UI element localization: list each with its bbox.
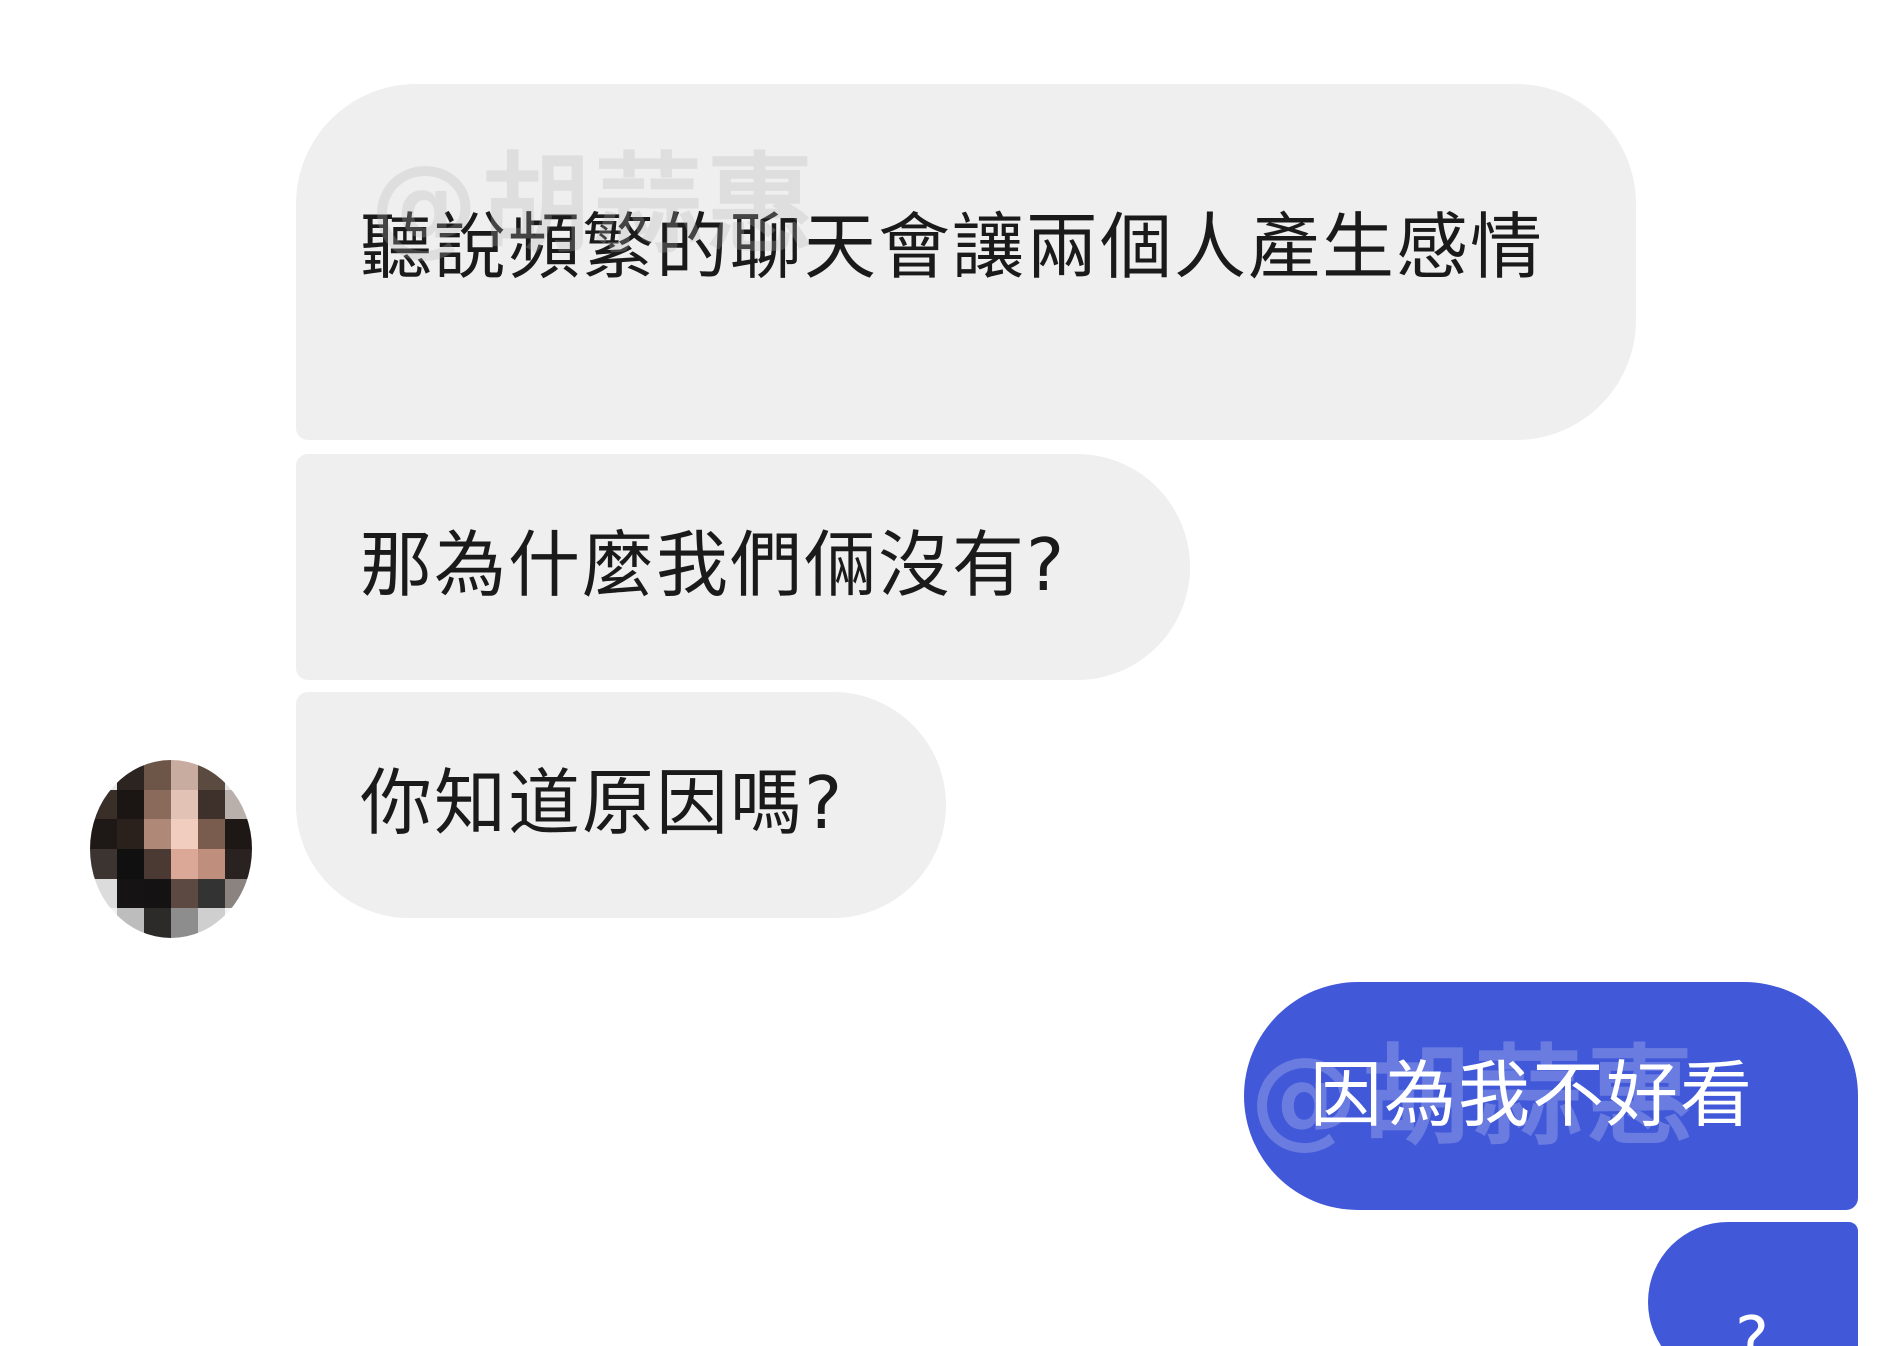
message-text: 因為我不好看 <box>1310 1053 1755 1137</box>
message-text: 你知道原因嗎? <box>360 761 845 845</box>
message-text: 那為什麼我們倆沒有? <box>360 523 1067 607</box>
incoming-message[interactable]: 那為什麼我們倆沒有? <box>296 454 1190 680</box>
outgoing-message[interactable]: ? <box>1648 1222 1858 1346</box>
incoming-message[interactable]: 你知道原因嗎? <box>296 692 946 918</box>
message-text: ? <box>1735 1304 1771 1346</box>
chat-thread: 聽說頻繁的聊天會讓兩個人產生感情 @胡蒜惠 那為什麼我們倆沒有? 你知道原因嗎?… <box>0 0 1886 1346</box>
incoming-message[interactable]: 聽說頻繁的聊天會讓兩個人產生感情 <box>296 84 1636 440</box>
avatar[interactable] <box>90 760 252 938</box>
message-text: 聽說頻繁的聊天會讓兩個人產生感情 <box>360 205 1545 289</box>
outgoing-message[interactable]: 因為我不好看 <box>1244 982 1858 1210</box>
